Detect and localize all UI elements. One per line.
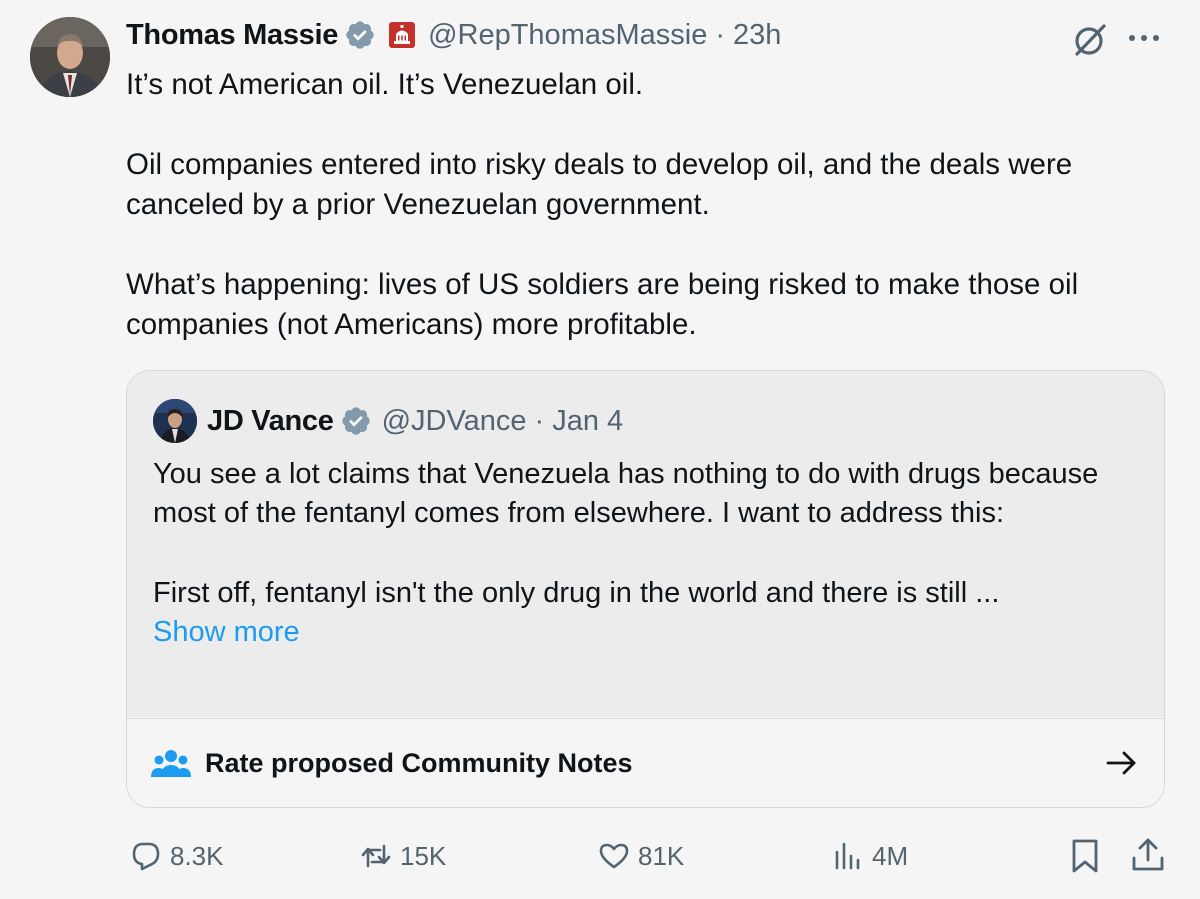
views-chart-icon — [835, 842, 860, 870]
us-government-flag-icon[interactable] — [388, 21, 416, 49]
quoted-tweet-body[interactable]: JD Vance @JDVance · Jan 4 You see a lot … — [127, 371, 1164, 717]
quoted-author-handle[interactable]: @JDVance — [382, 405, 527, 438]
tweet-paragraph: It’s not American oil. It’s Venezuelan o… — [126, 68, 644, 101]
views-button[interactable]: 4M — [832, 836, 908, 876]
tweet-text: It’s not American oil. It’s Venezuelan o… — [126, 65, 1166, 345]
tweet: Thomas Massie @RepThomasMassie · 23h It’… — [0, 0, 1200, 899]
reply-icon — [132, 842, 160, 871]
people-group-icon — [151, 749, 191, 777]
repost-count: 15K — [400, 840, 447, 871]
like-count: 81K — [638, 840, 685, 871]
tweet-paragraph: What’s happening: lives of US soldiers a… — [126, 268, 1079, 341]
separator-dot: · — [715, 18, 726, 51]
tweet-paragraph: Oil companies entered into risky deals t… — [126, 148, 1073, 221]
verified-badge-icon[interactable] — [344, 19, 376, 51]
repost-button[interactable]: 15K — [360, 836, 446, 876]
bookmark-icon[interactable] — [1068, 838, 1102, 874]
quoted-tweet-paragraph: First off, fentanyl isn't the only drug … — [153, 577, 1000, 609]
separator-dot: · — [534, 404, 545, 437]
quoted-author-avatar[interactable] — [153, 399, 197, 443]
reply-button[interactable]: 8.3K — [130, 836, 224, 876]
author-avatar[interactable] — [30, 17, 110, 97]
verified-badge-icon[interactable] — [340, 405, 372, 437]
repost-icon — [361, 844, 391, 868]
arrow-right-icon[interactable] — [1104, 747, 1140, 779]
grok-icon[interactable] — [1070, 20, 1110, 60]
quoted-tweet-paragraph: You see a lot claims that Venezuela has … — [153, 458, 1099, 529]
show-more-link[interactable]: Show more — [153, 613, 1143, 652]
heart-icon — [599, 843, 629, 869]
quoted-tweet-timestamp[interactable]: Jan 4 — [552, 405, 623, 438]
reply-count: 8.3K — [170, 840, 224, 871]
author-handle[interactable]: @RepThomasMassie — [428, 19, 707, 52]
like-button[interactable]: 81K — [598, 836, 684, 876]
share-icon[interactable] — [1130, 836, 1166, 874]
quoted-tweet-text: You see a lot claims that Venezuela has … — [153, 455, 1143, 652]
more-options-icon[interactable] — [1126, 30, 1162, 46]
views-count: 4M — [872, 840, 909, 871]
tweet-timestamp[interactable]: 23h — [733, 19, 781, 52]
author-name[interactable]: Thomas Massie — [126, 19, 338, 52]
community-notes-label: Rate proposed Community Notes — [205, 748, 633, 778]
tweet-header: Thomas Massie @RepThomasMassie · 23h — [126, 14, 781, 56]
quoted-author-name[interactable]: JD Vance — [207, 405, 334, 438]
quoted-tweet-header: JD Vance @JDVance · Jan 4 — [153, 399, 623, 443]
community-notes-bar[interactable]: Rate proposed Community Notes — [127, 718, 1164, 807]
quoted-tweet-card[interactable]: JD Vance @JDVance · Jan 4 You see a lot … — [126, 370, 1165, 808]
